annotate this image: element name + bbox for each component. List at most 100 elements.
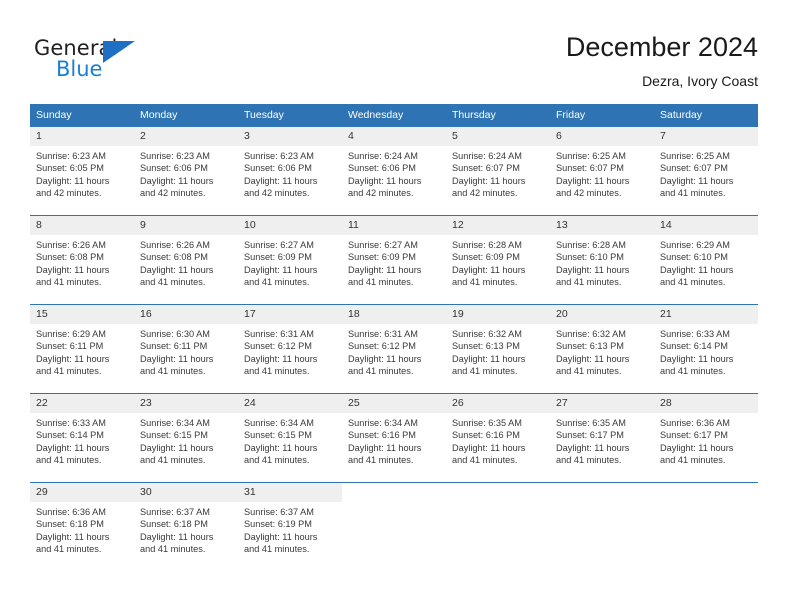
sunset-text: Sunset: 6:17 PM	[556, 430, 624, 441]
sunset-text: Sunset: 6:09 PM	[244, 252, 312, 263]
sunrise-text: Sunrise: 6:24 AM	[348, 151, 418, 161]
day-cell[interactable]: 23 Sunrise: 6:34 AM Sunset: 6:15 PM Dayl…	[134, 394, 238, 482]
daylight-text-line2: and 41 minutes.	[348, 366, 414, 377]
table-cell[interactable]: 2 Sunrise: 6:23 AM Sunset: 6:06 PM Dayli…	[134, 126, 238, 216]
table-cell[interactable]: 20 Sunrise: 6:32 AM Sunset: 6:13 PM Dayl…	[550, 304, 654, 394]
table-cell[interactable]: 6 Sunrise: 6:25 AM Sunset: 6:07 PM Dayli…	[550, 126, 654, 216]
sunset-text: Sunset: 6:18 PM	[140, 519, 208, 530]
table-cell[interactable]: 25 Sunrise: 6:34 AM Sunset: 6:16 PM Dayl…	[342, 393, 446, 483]
daylight-text-line2: and 41 minutes.	[36, 544, 102, 555]
sunset-text: Sunset: 6:19 PM	[244, 519, 312, 530]
table-cell[interactable]: 8 Sunrise: 6:26 AM Sunset: 6:08 PM Dayli…	[30, 215, 134, 305]
calendar-week-row: 1 Sunrise: 6:23 AM Sunset: 6:05 PM Dayli…	[30, 126, 758, 216]
daylight-text-line2: and 41 minutes.	[244, 455, 310, 466]
day-cell[interactable]: 26 Sunrise: 6:35 AM Sunset: 6:16 PM Dayl…	[446, 394, 550, 482]
day-cell[interactable]: 29 Sunrise: 6:36 AM Sunset: 6:18 PM Dayl…	[30, 483, 134, 571]
day-cell[interactable]: 22 Sunrise: 6:33 AM Sunset: 6:14 PM Dayl…	[30, 394, 134, 482]
table-cell[interactable]: 26 Sunrise: 6:35 AM Sunset: 6:16 PM Dayl…	[446, 393, 550, 483]
table-cell[interactable]: 16 Sunrise: 6:30 AM Sunset: 6:11 PM Dayl…	[134, 304, 238, 394]
day-cell[interactable]: 9 Sunrise: 6:26 AM Sunset: 6:08 PM Dayli…	[134, 216, 238, 304]
calendar-body: 1 Sunrise: 6:23 AM Sunset: 6:05 PM Dayli…	[30, 126, 758, 571]
day-cell[interactable]: 17 Sunrise: 6:31 AM Sunset: 6:12 PM Dayl…	[238, 305, 342, 393]
location-subtitle: Dezra, Ivory Coast	[642, 73, 758, 89]
day-cell[interactable]: 14 Sunrise: 6:29 AM Sunset: 6:10 PM Dayl…	[654, 216, 758, 304]
weekday-header-monday: Monday	[134, 104, 238, 127]
day-cell[interactable]: 30 Sunrise: 6:37 AM Sunset: 6:18 PM Dayl…	[134, 483, 238, 571]
day-cell[interactable]: 2 Sunrise: 6:23 AM Sunset: 6:06 PM Dayli…	[134, 127, 238, 215]
day-cell[interactable]: 10 Sunrise: 6:27 AM Sunset: 6:09 PM Dayl…	[238, 216, 342, 304]
calendar-header-row: Sunday Monday Tuesday Wednesday Thursday…	[30, 104, 758, 127]
day-cell[interactable]: 19 Sunrise: 6:32 AM Sunset: 6:13 PM Dayl…	[446, 305, 550, 393]
day-cell[interactable]: 6 Sunrise: 6:25 AM Sunset: 6:07 PM Dayli…	[550, 127, 654, 215]
table-cell[interactable]: 19 Sunrise: 6:32 AM Sunset: 6:13 PM Dayl…	[446, 304, 550, 394]
table-cell	[446, 482, 550, 571]
sunset-text: Sunset: 6:15 PM	[244, 430, 312, 441]
daylight-text-line2: and 41 minutes.	[36, 455, 102, 466]
day-cell[interactable]: 18 Sunrise: 6:31 AM Sunset: 6:12 PM Dayl…	[342, 305, 446, 393]
day-cell[interactable]: 15 Sunrise: 6:29 AM Sunset: 6:11 PM Dayl…	[30, 305, 134, 393]
day-cell[interactable]: 20 Sunrise: 6:32 AM Sunset: 6:13 PM Dayl…	[550, 305, 654, 393]
daylight-text-line2: and 41 minutes.	[660, 188, 726, 199]
day-cell[interactable]: 1 Sunrise: 6:23 AM Sunset: 6:05 PM Dayli…	[30, 127, 134, 215]
daylight-text-line2: and 41 minutes.	[452, 277, 518, 288]
table-cell[interactable]: 7 Sunrise: 6:25 AM Sunset: 6:07 PM Dayli…	[654, 126, 758, 216]
day-cell[interactable]: 5 Sunrise: 6:24 AM Sunset: 6:07 PM Dayli…	[446, 127, 550, 215]
table-cell[interactable]: 10 Sunrise: 6:27 AM Sunset: 6:09 PM Dayl…	[238, 215, 342, 305]
generalblue-logo[interactable]: General Blue	[34, 36, 154, 82]
day-cell[interactable]: 8 Sunrise: 6:26 AM Sunset: 6:08 PM Dayli…	[30, 216, 134, 304]
daylight-text-line2: and 41 minutes.	[556, 455, 622, 466]
daylight-text-line2: and 41 minutes.	[452, 366, 518, 377]
table-cell[interactable]: 28 Sunrise: 6:36 AM Sunset: 6:17 PM Dayl…	[654, 393, 758, 483]
day-cell[interactable]: 11 Sunrise: 6:27 AM Sunset: 6:09 PM Dayl…	[342, 216, 446, 304]
sunset-text: Sunset: 6:18 PM	[36, 519, 104, 530]
day-cell[interactable]: 25 Sunrise: 6:34 AM Sunset: 6:16 PM Dayl…	[342, 394, 446, 482]
table-cell[interactable]: 18 Sunrise: 6:31 AM Sunset: 6:12 PM Dayl…	[342, 304, 446, 394]
day-cell[interactable]: 28 Sunrise: 6:36 AM Sunset: 6:17 PM Dayl…	[654, 394, 758, 482]
daylight-text-line1: Daylight: 11 hours	[36, 175, 110, 186]
day-cell[interactable]: 27 Sunrise: 6:35 AM Sunset: 6:17 PM Dayl…	[550, 394, 654, 482]
table-cell[interactable]: 3 Sunrise: 6:23 AM Sunset: 6:06 PM Dayli…	[238, 126, 342, 216]
day-cell[interactable]: 12 Sunrise: 6:28 AM Sunset: 6:09 PM Dayl…	[446, 216, 550, 304]
day-details: Sunrise: 6:33 AM Sunset: 6:14 PM Dayligh…	[654, 324, 758, 378]
table-cell[interactable]: 30 Sunrise: 6:37 AM Sunset: 6:18 PM Dayl…	[134, 482, 238, 571]
table-cell[interactable]: 24 Sunrise: 6:34 AM Sunset: 6:15 PM Dayl…	[238, 393, 342, 483]
daylight-text-line1: Daylight: 11 hours	[660, 264, 734, 275]
table-cell[interactable]: 17 Sunrise: 6:31 AM Sunset: 6:12 PM Dayl…	[238, 304, 342, 394]
table-cell[interactable]: 27 Sunrise: 6:35 AM Sunset: 6:17 PM Dayl…	[550, 393, 654, 483]
day-details: Sunrise: 6:37 AM Sunset: 6:18 PM Dayligh…	[134, 502, 238, 556]
sunset-text: Sunset: 6:16 PM	[452, 430, 520, 441]
sunrise-text: Sunrise: 6:34 AM	[244, 418, 314, 428]
table-cell[interactable]: 29 Sunrise: 6:36 AM Sunset: 6:18 PM Dayl…	[30, 482, 134, 571]
table-cell[interactable]: 9 Sunrise: 6:26 AM Sunset: 6:08 PM Dayli…	[134, 215, 238, 305]
daylight-text-line1: Daylight: 11 hours	[36, 442, 110, 453]
day-cell[interactable]: 24 Sunrise: 6:34 AM Sunset: 6:15 PM Dayl…	[238, 394, 342, 482]
day-cell[interactable]: 16 Sunrise: 6:30 AM Sunset: 6:11 PM Dayl…	[134, 305, 238, 393]
day-cell[interactable]: 13 Sunrise: 6:28 AM Sunset: 6:10 PM Dayl…	[550, 216, 654, 304]
daylight-text-line2: and 41 minutes.	[348, 277, 414, 288]
table-cell[interactable]: 23 Sunrise: 6:34 AM Sunset: 6:15 PM Dayl…	[134, 393, 238, 483]
table-cell[interactable]: 5 Sunrise: 6:24 AM Sunset: 6:07 PM Dayli…	[446, 126, 550, 216]
title-block: December 2024 Dezra, Ivory Coast	[566, 30, 758, 91]
table-cell[interactable]: 12 Sunrise: 6:28 AM Sunset: 6:09 PM Dayl…	[446, 215, 550, 305]
daylight-text-line2: and 42 minutes.	[348, 188, 414, 199]
day-cell[interactable]: 7 Sunrise: 6:25 AM Sunset: 6:07 PM Dayli…	[654, 127, 758, 215]
table-cell[interactable]: 15 Sunrise: 6:29 AM Sunset: 6:11 PM Dayl…	[30, 304, 134, 394]
table-cell[interactable]: 11 Sunrise: 6:27 AM Sunset: 6:09 PM Dayl…	[342, 215, 446, 305]
day-number: 2	[134, 127, 238, 146]
day-cell[interactable]: 31 Sunrise: 6:37 AM Sunset: 6:19 PM Dayl…	[238, 483, 342, 571]
day-cell[interactable]: 4 Sunrise: 6:24 AM Sunset: 6:06 PM Dayli…	[342, 127, 446, 215]
day-details: Sunrise: 6:34 AM Sunset: 6:15 PM Dayligh…	[134, 413, 238, 467]
table-cell[interactable]: 1 Sunrise: 6:23 AM Sunset: 6:05 PM Dayli…	[30, 126, 134, 216]
table-cell[interactable]: 14 Sunrise: 6:29 AM Sunset: 6:10 PM Dayl…	[654, 215, 758, 305]
table-cell[interactable]: 22 Sunrise: 6:33 AM Sunset: 6:14 PM Dayl…	[30, 393, 134, 483]
sunset-text: Sunset: 6:07 PM	[556, 163, 624, 174]
daylight-text-line2: and 41 minutes.	[140, 277, 206, 288]
sunrise-text: Sunrise: 6:37 AM	[140, 507, 210, 517]
day-cell[interactable]: 3 Sunrise: 6:23 AM Sunset: 6:06 PM Dayli…	[238, 127, 342, 215]
day-cell[interactable]: 21 Sunrise: 6:33 AM Sunset: 6:14 PM Dayl…	[654, 305, 758, 393]
table-cell[interactable]: 4 Sunrise: 6:24 AM Sunset: 6:06 PM Dayli…	[342, 126, 446, 216]
daylight-text-line1: Daylight: 11 hours	[348, 442, 422, 453]
table-cell[interactable]: 21 Sunrise: 6:33 AM Sunset: 6:14 PM Dayl…	[654, 304, 758, 394]
table-cell[interactable]: 13 Sunrise: 6:28 AM Sunset: 6:10 PM Dayl…	[550, 215, 654, 305]
table-cell[interactable]: 31 Sunrise: 6:37 AM Sunset: 6:19 PM Dayl…	[238, 482, 342, 571]
